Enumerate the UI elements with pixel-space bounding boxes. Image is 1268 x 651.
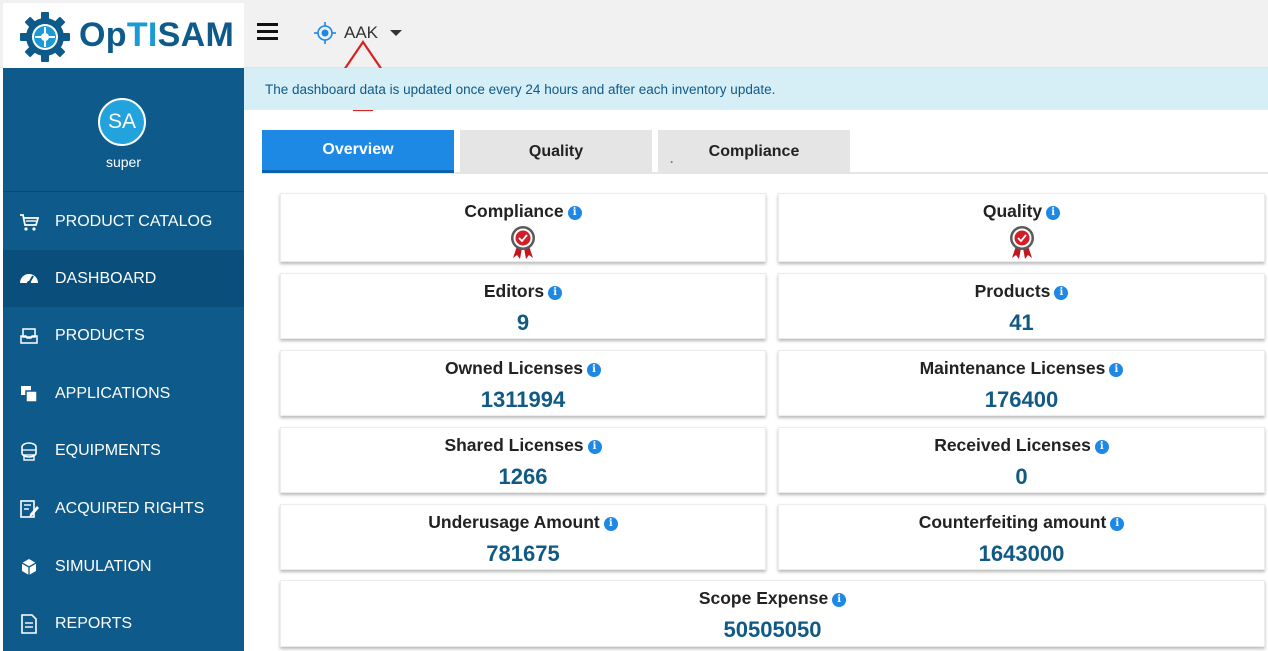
sidebar-item-label: ACQUIRED RIGHTS: [55, 499, 205, 517]
info-banner: The dashboard data is updated once every…: [244, 68, 1268, 110]
avatar[interactable]: SA: [98, 98, 146, 146]
underusage-amount-card[interactable]: Underusage Amount i 781675: [280, 504, 766, 570]
info-icon[interactable]: i: [587, 440, 602, 454]
tab-label: Quality: [528, 142, 584, 160]
received-licenses-card[interactable]: Received Licenses i 0: [778, 427, 1265, 493]
card-title: Scope Expense: [698, 588, 829, 608]
sidebar-item-label: EQUIPMENTS: [55, 441, 161, 459]
card-title: Owned Licenses: [444, 358, 584, 378]
red-award-badge-icon: [1009, 226, 1034, 259]
card-title: Maintenance Licenses: [919, 358, 1106, 378]
sidebar-item-simulation[interactable]: SIMULATION: [3, 538, 244, 595]
card-value: 41: [1009, 310, 1034, 335]
compliance-card[interactable]: Compliance i: [280, 193, 766, 262]
info-icon[interactable]: i: [1109, 363, 1124, 377]
card-value: 1643000: [978, 541, 1065, 566]
info-icon[interactable]: i: [548, 286, 563, 300]
user-profile: SA super: [3, 68, 244, 192]
sidebar-item-equipments[interactable]: EQUIPMENTS: [3, 422, 244, 479]
info-icon[interactable]: i: [1054, 286, 1069, 300]
report-document-icon: [17, 612, 41, 636]
products-card[interactable]: Products i 41: [778, 273, 1265, 339]
info-icon[interactable]: i: [603, 517, 618, 531]
card-value: 9: [516, 310, 530, 335]
editors-card[interactable]: Editors i 9: [280, 273, 766, 339]
card-title: Underusage Amount: [428, 512, 600, 532]
card-title: Shared Licenses: [444, 435, 584, 455]
tab-prefix: .: [670, 152, 674, 166]
info-icon[interactable]: i: [587, 363, 602, 377]
cart-icon: [17, 210, 41, 234]
info-icon[interactable]: i: [567, 206, 582, 220]
inbox-tray-icon: [17, 324, 41, 348]
info-icon[interactable]: i: [1110, 517, 1125, 531]
sidebar-item-dashboard[interactable]: DASHBOARD: [3, 250, 244, 307]
sidebar-item-label: DASHBOARD: [55, 269, 157, 287]
card-title: Counterfeiting amount: [918, 512, 1107, 532]
sidebar: SA super PRODUCT CATALOG DASHBOARD PRODU…: [3, 68, 244, 651]
edit-document-icon: [17, 497, 41, 521]
info-icon[interactable]: i: [832, 593, 847, 607]
gear-logo-icon: [20, 12, 70, 62]
card-value: 1311994: [480, 387, 566, 412]
sidebar-item-label: PRODUCTS: [55, 326, 145, 344]
maintenance-licenses-card[interactable]: Maintenance Licenses i 176400: [778, 350, 1265, 416]
info-banner-text: The dashboard data is updated once every…: [265, 82, 776, 97]
sidebar-item-label: PRODUCT CATALOG: [55, 212, 213, 230]
sidebar-item-product-catalog[interactable]: PRODUCT CATALOG: [3, 193, 244, 250]
tab-label: Overview: [322, 141, 394, 158]
sidebar-item-label: SIMULATION: [55, 557, 152, 575]
shared-licenses-card[interactable]: Shared Licenses i 1266: [280, 427, 766, 493]
counterfeiting-amount-card[interactable]: Counterfeiting amount i 1643000: [778, 504, 1265, 570]
card-title: Quality: [982, 201, 1043, 221]
tab-label: Compliance: [708, 142, 800, 160]
top-bar: OpTISAM AAK: [0, 0, 1268, 68]
red-award-badge-icon: [511, 226, 535, 259]
sidebar-item-products[interactable]: PRODUCTS: [3, 307, 244, 364]
owned-licenses-card[interactable]: Owned Licenses i 1311994: [280, 350, 766, 416]
sidebar-item-label: APPLICATIONS: [55, 384, 171, 402]
sidebar-item-label: REPORTS: [55, 614, 133, 632]
tab-quality[interactable]: Quality: [460, 130, 652, 173]
username: super: [105, 154, 142, 170]
speedometer-icon: [17, 267, 41, 291]
card-title: Received Licenses: [934, 435, 1091, 455]
crosshair-target-icon: [314, 22, 336, 44]
card-value: 0: [1015, 464, 1028, 489]
cube-icon: [17, 555, 41, 579]
card-title: Compliance: [464, 201, 564, 221]
stacked-windows-icon: [17, 382, 41, 406]
sidebar-item-acquired-rights[interactable]: ACQUIRED RIGHTS: [3, 480, 244, 537]
sidebar-item-reports[interactable]: REPORTS: [3, 595, 244, 651]
card-value: 1266: [498, 464, 548, 489]
quality-card[interactable]: Quality i: [778, 193, 1265, 262]
card-value: 50505050: [723, 617, 822, 642]
info-icon[interactable]: i: [1046, 206, 1061, 220]
hamburger-menu-icon[interactable]: [257, 23, 279, 43]
scope-expense-card[interactable]: Scope Expense i 50505050: [280, 580, 1265, 647]
info-icon[interactable]: i: [1094, 440, 1109, 454]
app-logo-text: OpTISAM: [79, 16, 235, 54]
server-icon: [17, 439, 41, 463]
dashboard-tabs: Overview Quality . Compliance: [262, 130, 1268, 174]
sidebar-item-applications[interactable]: APPLICATIONS: [3, 365, 244, 422]
caret-down-icon: [390, 30, 403, 36]
tab-overview[interactable]: Overview: [262, 130, 454, 173]
app-logo[interactable]: OpTISAM: [3, 3, 244, 68]
tab-compliance[interactable]: . Compliance: [658, 130, 850, 173]
card-title: Products: [974, 281, 1051, 301]
card-value: 176400: [984, 387, 1059, 412]
card-title: Editors: [483, 281, 545, 301]
card-value: 781675: [486, 541, 560, 566]
